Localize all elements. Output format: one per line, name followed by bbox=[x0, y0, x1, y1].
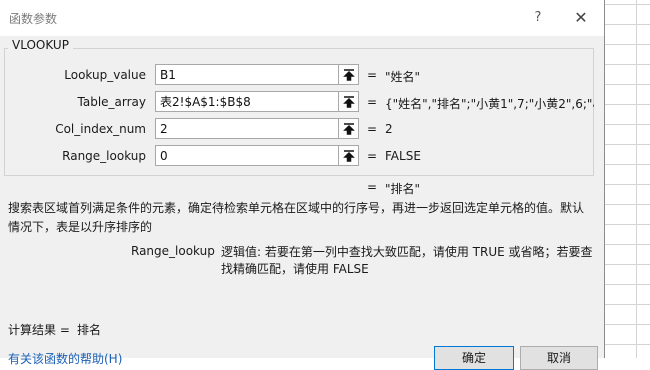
spreadsheet-background bbox=[605, 0, 650, 358]
equals-sign: = bbox=[367, 122, 378, 136]
function-help-link[interactable]: 有关该函数的帮助(H) bbox=[8, 350, 122, 367]
function-result: "排名" bbox=[385, 182, 421, 196]
equals-sign: = bbox=[367, 95, 378, 109]
ok-button[interactable]: 确定 bbox=[434, 346, 514, 370]
lookup-value-result: "姓名" bbox=[385, 70, 421, 84]
current-param-name: Range_lookup bbox=[131, 244, 215, 258]
equals-sign: = bbox=[367, 149, 378, 163]
equals-sign: = bbox=[367, 180, 378, 194]
range-lookup-result: FALSE bbox=[385, 149, 421, 163]
function-arguments-dialog: 函数参数 ? ✕ VLOOKUP Lookup_value Table_arra… bbox=[0, 0, 605, 370]
col-index-num-result: 2 bbox=[385, 122, 393, 136]
function-description: 搜索表区域首列满足条件的元素，确定待检索单元格在区域中的行序号，再进一步返回选定… bbox=[8, 201, 585, 234]
calc-result-value: 排名 bbox=[77, 323, 102, 337]
current-param-description: 逻辑值: 若要在第一列中查找大致匹配，请使用 TRUE 或省略；若要查找精确匹配… bbox=[221, 245, 593, 276]
calc-result-label: 计算结果 = bbox=[8, 323, 70, 337]
table-array-result: {"姓名","排名";"小黄1",7;"小黄2",6;"小 bbox=[385, 97, 594, 111]
cancel-button[interactable]: 取消 bbox=[520, 346, 598, 370]
equals-sign: = bbox=[367, 68, 378, 82]
argument-results: = "姓名" = {"姓名","排名";"小黄1",7;"小黄2",6;"小 =… bbox=[0, 0, 594, 200]
